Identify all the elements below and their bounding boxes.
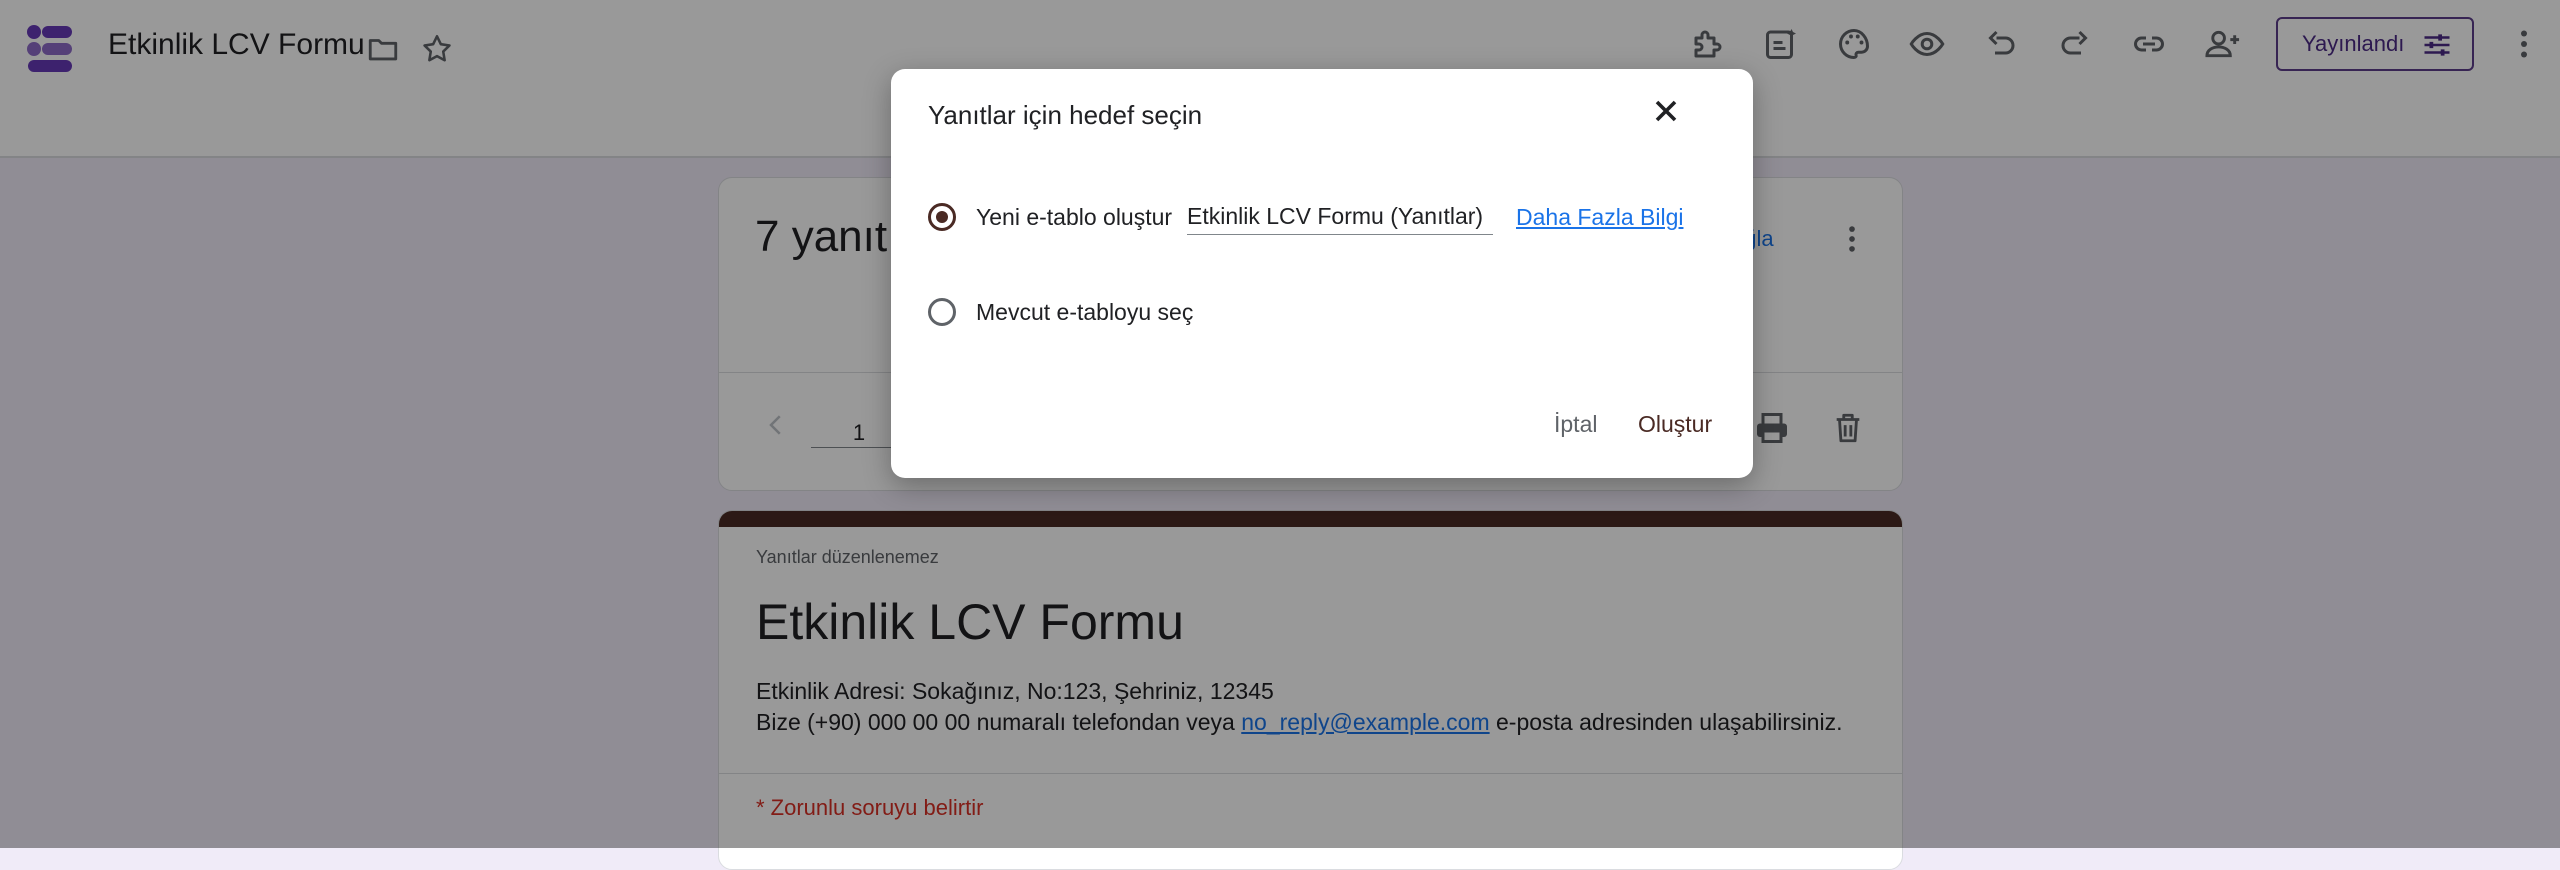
close-icon[interactable]: [1648, 93, 1684, 129]
radio-existing-spreadsheet[interactable]: [928, 298, 956, 326]
response-destination-dialog: Yanıtlar için hedef seçin Yeni e-tablo o…: [891, 69, 1753, 478]
option-existing-spreadsheet[interactable]: Mevcut e-tabloyu seç: [928, 298, 1193, 326]
learn-more-link[interactable]: Daha Fazla Bilgi: [1516, 204, 1683, 231]
new-spreadsheet-name-input[interactable]: Etkinlik LCV Formu (Yanıtlar): [1187, 203, 1493, 235]
option-new-label: Yeni e-tablo oluştur: [976, 203, 1173, 230]
option-new-spreadsheet[interactable]: Yeni e-tablo oluştur: [928, 203, 1172, 231]
radio-new-spreadsheet[interactable]: [928, 203, 956, 231]
dialog-title: Yanıtlar için hedef seçin: [928, 100, 1203, 130]
cancel-button[interactable]: İptal: [1554, 411, 1597, 438]
option-existing-label: Mevcut e-tabloyu seç: [976, 298, 1194, 325]
create-button[interactable]: Oluştur: [1638, 411, 1712, 438]
